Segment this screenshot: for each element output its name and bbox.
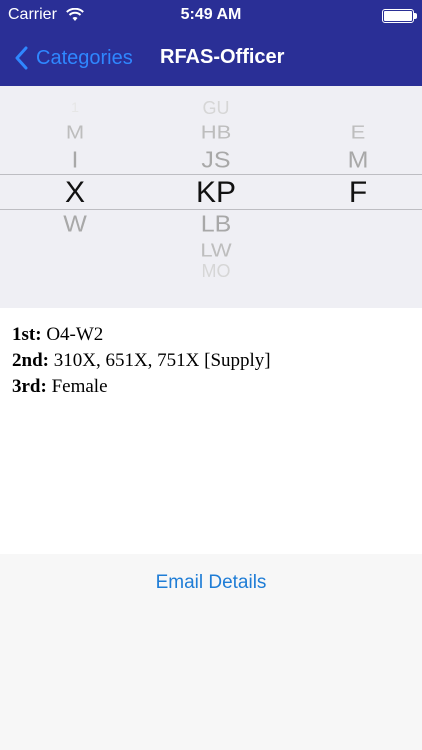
picker-item-selected[interactable]: X — [40, 176, 110, 210]
detail-first-value: O4-W2 — [46, 324, 104, 345]
picker-item[interactable]: LW — [161, 240, 271, 261]
page-title: RFAS-Officer — [160, 46, 285, 68]
picker-column-3[interactable]: E M F — [323, 86, 393, 308]
picker-item[interactable]: 1 — [40, 100, 110, 114]
picker-item[interactable]: MO — [161, 264, 271, 278]
detail-third-value: Female — [51, 376, 108, 397]
back-label: Categories — [36, 46, 133, 69]
detail-second-label: 2nd: — [12, 350, 49, 371]
picker-item[interactable]: LB — [161, 211, 271, 238]
time-label: 5:49 AM — [180, 6, 242, 23]
detail-second: 2nd: 310X, 651X, 751X [Supply] — [12, 350, 271, 372]
picker-column-2[interactable]: GU HB JS KP LB LW MO — [161, 86, 271, 308]
header: Carrier 5:49 AM Categories RFAS-Officer — [0, 0, 422, 86]
picker-item[interactable]: M — [323, 147, 393, 174]
picker-item[interactable]: GU — [161, 98, 271, 114]
battery-fill — [384, 11, 412, 21]
picker-item[interactable]: JS — [161, 147, 271, 174]
back-button[interactable]: Categories — [14, 42, 133, 74]
picker-item[interactable]: HB — [161, 122, 271, 143]
navigation-bar: Categories RFAS-Officer — [0, 32, 422, 86]
detail-first: 1st: O4-W2 — [12, 324, 103, 346]
detail-first-label: 1st: — [12, 324, 42, 345]
picker-column-1[interactable]: 1 M I X W — [40, 86, 110, 308]
picker-item[interactable]: E — [323, 122, 393, 143]
actions-area: Email Details — [0, 554, 422, 750]
detail-second-value: 310X, 651X, 751X [Supply] — [53, 350, 271, 371]
picker-item[interactable]: M — [40, 122, 110, 143]
battery-icon — [382, 9, 417, 23]
chevron-left-icon — [15, 46, 28, 70]
detail-third-label: 3rd: — [12, 376, 47, 397]
category-picker[interactable]: 1 M I X W GU HB JS KP LB LW MO E M F — [0, 86, 422, 308]
detail-third: 3rd: Female — [12, 376, 108, 398]
picker-item[interactable]: W — [40, 211, 110, 238]
picker-item-selected[interactable]: KP — [161, 176, 271, 210]
status-bar: Carrier 5:49 AM — [0, 0, 422, 32]
picker-item[interactable]: I — [40, 147, 110, 174]
details-panel: 1st: O4-W2 2nd: 310X, 651X, 751X [Supply… — [0, 308, 422, 554]
picker-item-selected[interactable]: F — [323, 176, 393, 210]
email-details-button[interactable]: Email Details — [0, 572, 422, 594]
